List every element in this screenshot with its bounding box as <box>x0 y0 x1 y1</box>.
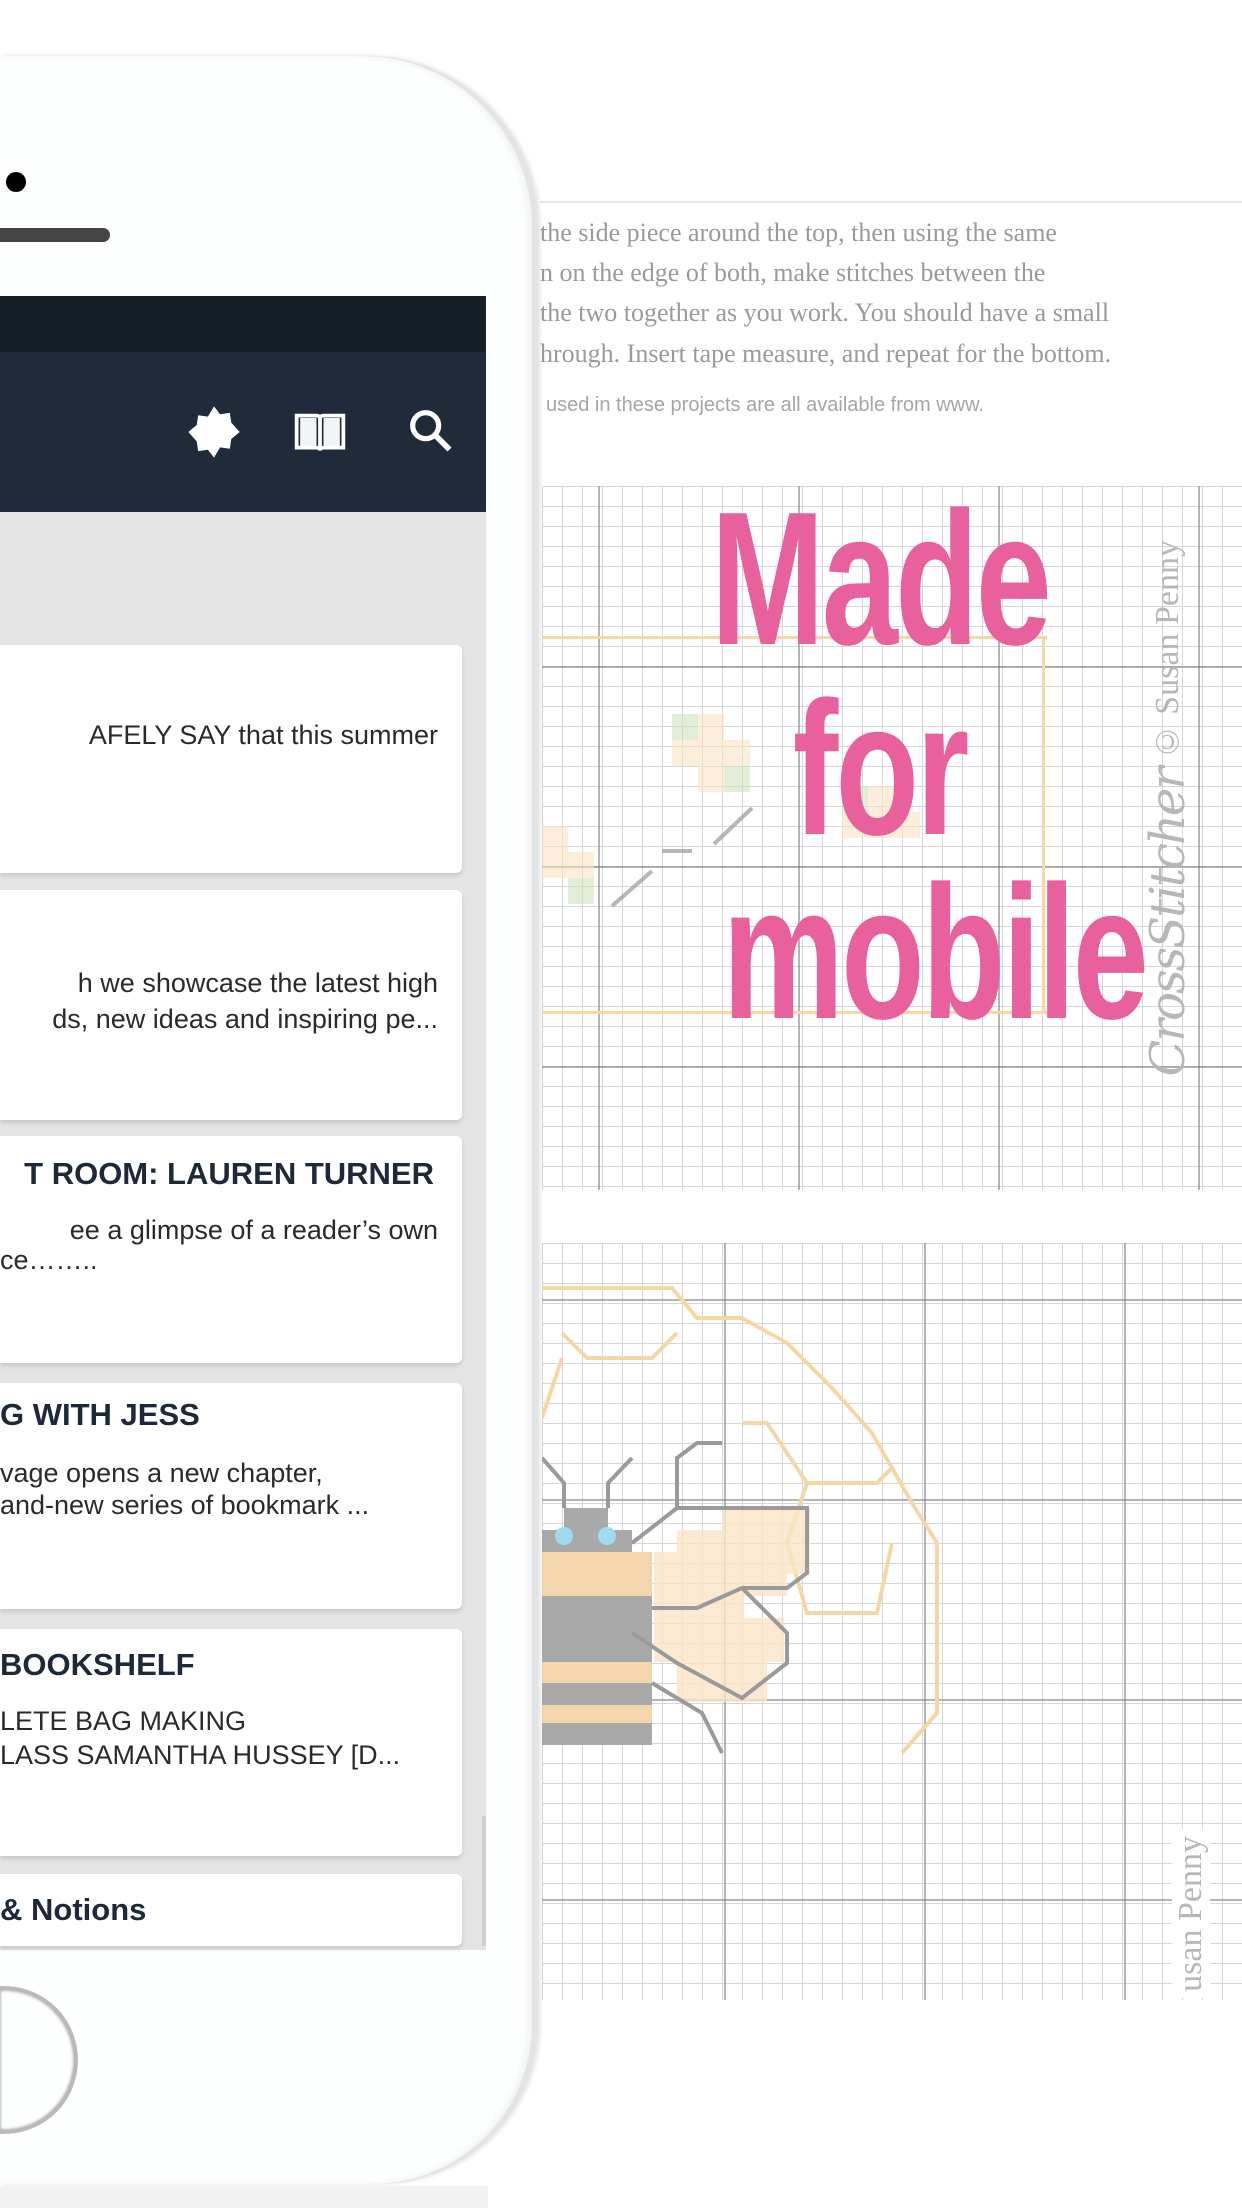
article-summary: AFELY SAY that this summer <box>88 720 438 750</box>
article-title: BOOKSHELF <box>0 1647 195 1682</box>
document-text-line: n on the edge of both, make stitches bet… <box>540 258 1046 287</box>
article-summary: ds, new ideas and inspiring pe... <box>52 1004 438 1034</box>
wing-stitches <box>654 1508 810 1702</box>
page-divider <box>540 201 1242 203</box>
article-title: & Notions <box>0 1892 147 1927</box>
app-screen: AFELY SAY that this summer h we showcase… <box>0 296 486 1950</box>
article-card[interactable]: G WITH JESS vage opens a new chapter, an… <box>0 1383 462 1609</box>
document-text-line: hrough. Insert tape measure, and repeat … <box>540 339 1112 368</box>
credit-text: © Susan Penny <box>1149 540 1186 761</box>
cross-stitch-chart-bee <box>542 1243 1242 2000</box>
article-summary: ee a glimpse of a reader’s own <box>69 1215 438 1245</box>
book-open-icon[interactable] <box>292 404 348 460</box>
article-summary: LASS SAMANTHA HUSSEY [D... <box>0 1740 401 1770</box>
article-title: G WITH JESS <box>0 1397 200 1432</box>
promo-headline-for: for <box>793 663 970 875</box>
scrollbar[interactable] <box>482 1816 486 1946</box>
article-card[interactable]: T ROOM: LAUREN TURNER ee a glimpse of a … <box>0 1136 462 1363</box>
brightness-night-mode-icon[interactable] <box>186 404 242 460</box>
bee-pattern-drawing <box>542 1286 939 1755</box>
credit-watermark-partial: usan Penny <box>1172 1830 1210 1998</box>
article-title: T ROOM: LAUREN TURNER <box>24 1156 434 1191</box>
article-summary: and-new series of bookmark ... <box>0 1490 370 1520</box>
document-text-line: the two together as you work. You should… <box>540 298 1110 327</box>
article-summary: ce…….. <box>0 1245 98 1275</box>
promo-headline-made: Made <box>710 473 1052 685</box>
bee-eye <box>555 1527 573 1545</box>
article-summary: vage opens a new chapter, <box>0 1458 323 1488</box>
front-camera <box>6 172 26 192</box>
article-summary: h we showcase the latest high <box>77 968 438 998</box>
article-card[interactable]: h we showcase the latest high ds, new id… <box>0 890 462 1120</box>
earpiece-speaker <box>0 228 110 242</box>
document-note: used in these projects are all available… <box>546 394 984 416</box>
bee-eye <box>598 1527 616 1545</box>
article-card[interactable]: & Notions <box>0 1874 462 1946</box>
article-summary: LETE BAG MAKING <box>0 1706 247 1736</box>
status-bar <box>0 296 486 352</box>
phone-shadow-floor <box>0 2186 488 2208</box>
crossstitcher-watermark: CrossStitcher © Susan Penny <box>1140 540 1196 1077</box>
promo-headline-mobile: mobile <box>722 847 1148 1059</box>
article-card[interactable]: AFELY SAY that this summer <box>0 645 462 873</box>
brand-logo: CrossStitcher <box>1140 768 1196 1077</box>
document-text-line: the side piece around the top, then usin… <box>540 218 1057 247</box>
app-header <box>0 352 486 512</box>
article-card[interactable]: BOOKSHELF LETE BAG MAKING LASS SAMANTHA … <box>0 1629 462 1856</box>
search-icon[interactable] <box>404 404 460 460</box>
